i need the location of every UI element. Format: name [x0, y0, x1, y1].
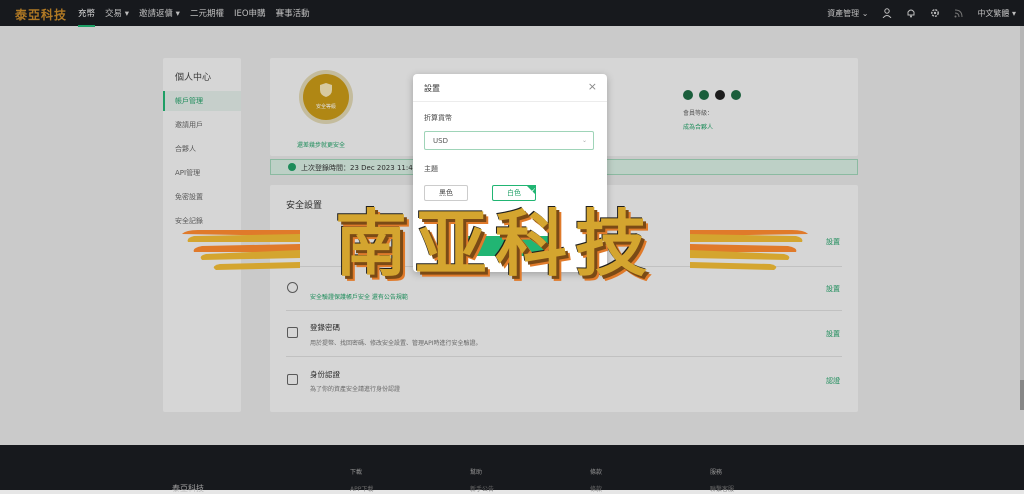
brand-watermark: 南亚科技 — [180, 196, 810, 292]
currency-value: USD — [433, 137, 448, 145]
theme-label: 主題 — [424, 165, 438, 173]
currency-label: 折算貨幣 — [424, 114, 452, 122]
modal-title: 設置 — [424, 84, 440, 93]
chevron-down-icon: ⌄ — [581, 137, 587, 144]
watermark-text: 南亚科技 — [334, 202, 655, 286]
modal-header: 設置 × — [413, 74, 607, 102]
check-icon: ✓ — [526, 185, 536, 195]
close-icon[interactable]: × — [588, 81, 597, 92]
currency-select[interactable]: USD ⌄ — [424, 131, 594, 150]
